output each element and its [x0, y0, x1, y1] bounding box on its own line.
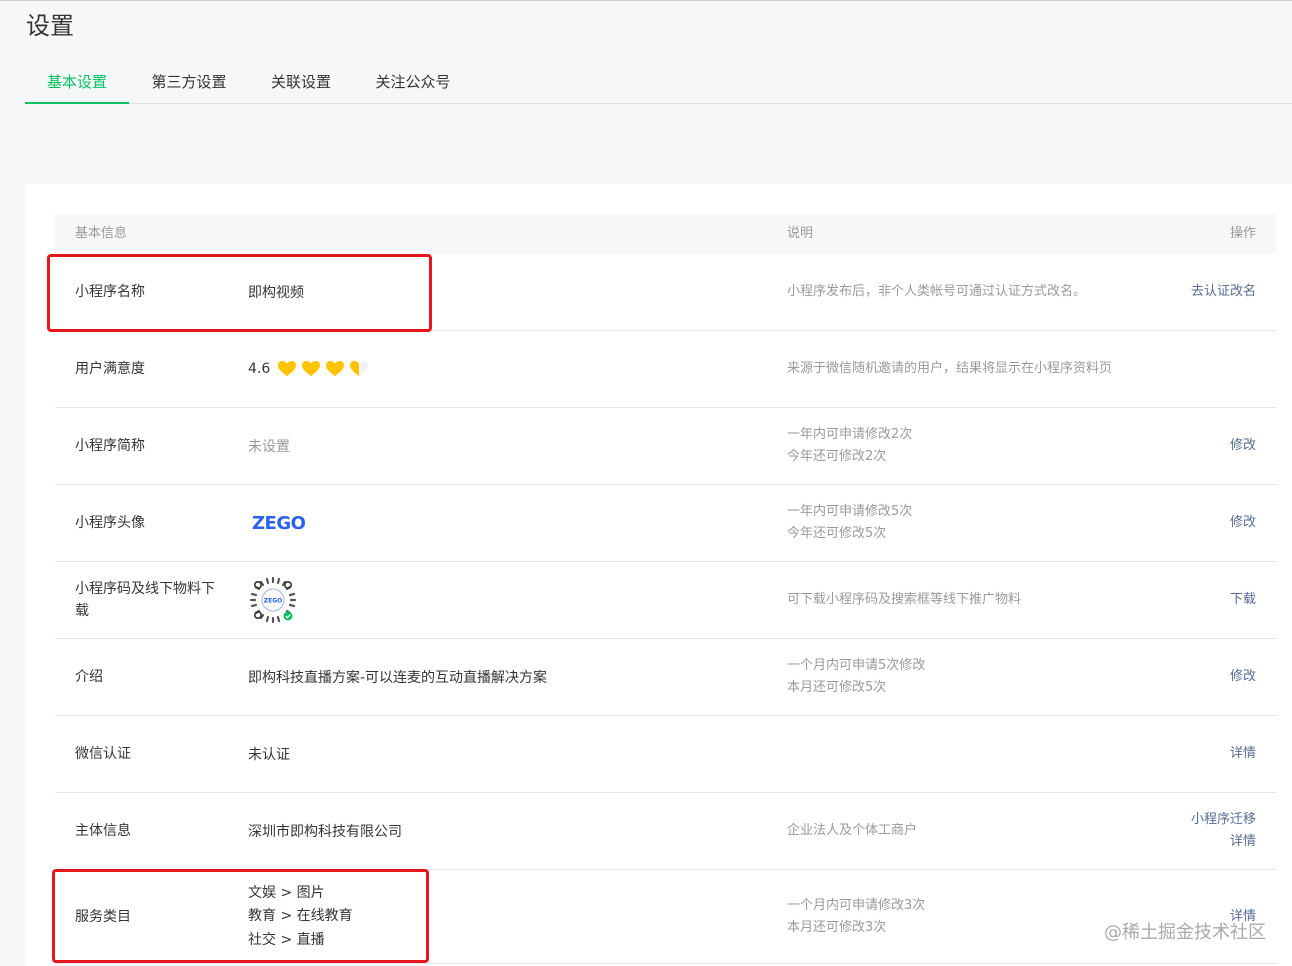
- tab-bar: 基本设置 第三方设置 关联设置 关注公众号: [25, 63, 1292, 104]
- tab-third-party-settings[interactable]: 第三方设置: [129, 63, 249, 104]
- heart-full-icon: [302, 360, 321, 377]
- entity-value: 深圳市即构科技有限公司: [248, 824, 402, 840]
- table-row-qrcode: 小程序码及线下物料下载 ZEGO 可下载小程序码及搜索框等线下推广物料 下载: [55, 562, 1276, 639]
- header-basic-info: 基本信息: [75, 226, 128, 241]
- heart-half-icon: [350, 360, 369, 377]
- row-label: 微信认证: [75, 746, 131, 762]
- satisfaction-score: 4.6: [248, 331, 369, 407]
- verify-details-link[interactable]: 详情: [1230, 743, 1256, 765]
- row-description: 一年内可申请修改5次 今年还可修改5次: [787, 504, 913, 541]
- header-operation: 操作: [1229, 226, 1256, 241]
- table-row-wechat-verify: 微信认证 未认证 详情: [55, 716, 1276, 793]
- row-label: 介绍: [75, 669, 103, 685]
- mini-program-code-icon: ZEGO: [249, 576, 297, 624]
- page-title: 设置: [26, 12, 74, 40]
- qr-center-text: ZEGO: [264, 598, 282, 605]
- row-label: 小程序简称: [75, 438, 145, 454]
- rating-hearts: [278, 360, 369, 378]
- entity-details-link[interactable]: 详情: [1230, 831, 1256, 853]
- tab-follow-official-account[interactable]: 关注公众号: [353, 63, 473, 104]
- row-description: 企业法人及个体工商户: [787, 823, 918, 838]
- row-description: 来源于微信随机邀请的用户，结果将显示在小程序资料页: [787, 361, 1113, 376]
- row-description: 一个月内可申请修改3次 本月还可修改3次: [787, 898, 926, 935]
- table-header: 基本信息 说明 操作: [55, 214, 1276, 254]
- row-description: 小程序发布后，非个人类帐号可通过认证方式改名。: [787, 284, 1087, 299]
- migrate-mini-program-link[interactable]: 小程序迁移: [1191, 809, 1256, 831]
- row-description: 一个月内可申请5次修改 本月还可修改5次: [787, 658, 926, 695]
- row-label: 小程序名称: [75, 284, 145, 300]
- category-item: 文娱 > 图片: [248, 884, 325, 901]
- verify-status-value: 未认证: [248, 747, 290, 763]
- watermark: @稀土掘金技术社区: [1104, 922, 1266, 943]
- category-item: 教育 > 在线教育: [248, 908, 353, 925]
- edit-avatar-link[interactable]: 修改: [1230, 512, 1256, 534]
- intro-value: 即构科技直播方案-可以连麦的互动直播解决方案: [248, 670, 548, 686]
- row-label: 用户满意度: [75, 361, 145, 377]
- tab-basic-settings[interactable]: 基本设置: [25, 63, 129, 104]
- table-row-service-category: 服务类目 文娱 > 图片 教育 > 在线教育 社交 > 直播 一个月内可申请修改…: [55, 870, 1276, 964]
- row-description: 可下载小程序码及搜索框等线下推广物料: [787, 592, 1022, 607]
- row-label: 主体信息: [75, 823, 131, 839]
- table-row-app-name: 小程序名称 即构视频 小程序发布后，非个人类帐号可通过认证方式改名。 去认证改名: [55, 254, 1276, 331]
- heart-full-icon: [278, 360, 297, 377]
- download-link[interactable]: 下载: [1230, 589, 1256, 611]
- table-row-intro: 介绍 即构科技直播方案-可以连麦的互动直播解决方案 一个月内可申请5次修改 本月…: [55, 639, 1276, 716]
- row-label: 服务类目: [75, 909, 131, 925]
- tab-linked-settings[interactable]: 关联设置: [249, 63, 353, 104]
- table-row-short-name: 小程序简称 未设置 一年内可申请修改2次 今年还可修改2次 修改: [55, 408, 1276, 485]
- zego-logo: ZEGO: [252, 512, 306, 534]
- table-row-satisfaction: 用户满意度 4.6 来源于微信随机邀请的用户，结果将显示在小程序资料页: [55, 331, 1276, 408]
- header-description: 说明: [787, 226, 814, 241]
- row-label: 小程序头像: [75, 515, 145, 531]
- edit-intro-link[interactable]: 修改: [1230, 666, 1256, 688]
- table-row-avatar: 小程序头像 ZEGO 一年内可申请修改5次 今年还可修改5次 修改: [55, 485, 1276, 562]
- qrcode-value: ZEGO: [248, 562, 298, 638]
- short-name-value: 未设置: [248, 439, 290, 455]
- category-item: 社交 > 直播: [248, 931, 325, 948]
- rating-value: 4.6: [248, 361, 271, 377]
- avatar-value: ZEGO: [248, 485, 306, 561]
- edit-short-name-link[interactable]: 修改: [1230, 435, 1256, 457]
- top-border: [0, 0, 1292, 1]
- table-row-entity-info: 主体信息 深圳市即构科技有限公司 企业法人及个体工商户 小程序迁移 详情: [55, 793, 1276, 870]
- app-name-value: 即构视频: [248, 285, 304, 301]
- row-description: 一年内可申请修改2次 今年还可修改2次: [787, 427, 913, 464]
- row-label: 小程序码及线下物料下载: [75, 581, 215, 619]
- verify-rename-link[interactable]: 去认证改名: [1191, 281, 1256, 303]
- settings-card: 基本信息 说明 操作 小程序名称 即构视频 小程序发布后，非个人类帐号可通过认证…: [25, 184, 1292, 966]
- category-values: 文娱 > 图片 教育 > 在线教育 社交 > 直播: [248, 870, 353, 964]
- heart-full-icon: [326, 360, 345, 377]
